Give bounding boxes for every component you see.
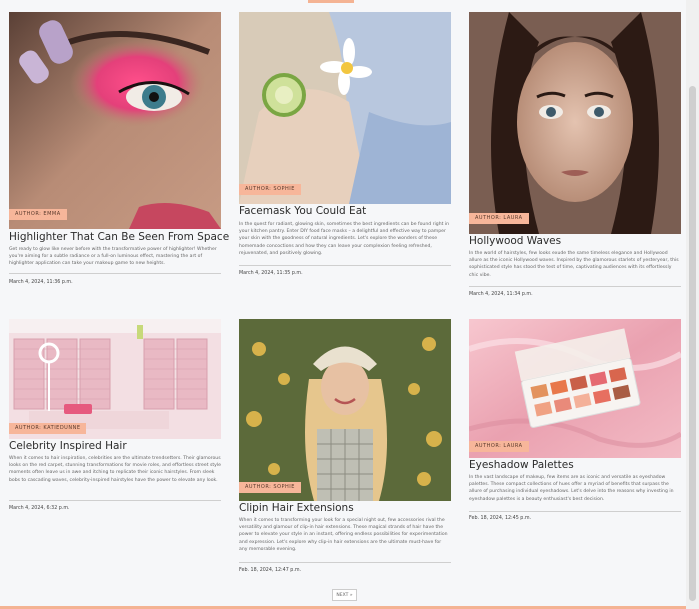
scrollbar[interactable] xyxy=(686,0,699,609)
post-excerpt: In the world of hairstyles, few looks ex… xyxy=(469,251,679,278)
eyeshadow-palette-image xyxy=(469,319,681,458)
post-image[interactable] xyxy=(239,12,451,204)
hollywood-waves-image xyxy=(469,12,681,234)
post-card-hollywood-waves[interactable]: AUTHOR: LAURA Hollywood Waves In the wor… xyxy=(469,12,681,302)
salon-room-image xyxy=(9,319,221,439)
post-date: March 4, 2024, 11:34 p.m. xyxy=(469,292,533,297)
post-excerpt: In the quest for radiant, glowing skin, … xyxy=(239,222,450,256)
author-tag[interactable]: AUTHOR: LAURA xyxy=(469,441,529,452)
post-title[interactable]: Eyeshadow Palettes xyxy=(469,459,699,471)
post-date: March 4, 2024, 6:32 p.m. xyxy=(9,506,70,511)
scrollbar-thumb[interactable] xyxy=(689,86,696,601)
post-card-highlighter[interactable]: AUTHOR: EMMA Highlighter That Can Be See… xyxy=(9,12,229,292)
post-title[interactable]: Clipin Hair Extensions xyxy=(239,502,469,514)
divider xyxy=(239,265,451,266)
divider xyxy=(469,511,681,512)
author-tag[interactable]: AUTHOR: EMMA xyxy=(9,209,67,220)
divider xyxy=(239,562,451,563)
post-image[interactable] xyxy=(9,12,221,229)
author-tag[interactable]: AUTHOR: KATIEDUNNE xyxy=(9,423,87,434)
facemask-image xyxy=(239,12,451,204)
post-image[interactable] xyxy=(469,319,681,458)
post-date: March 4, 2024, 11:36 p.m. xyxy=(9,280,73,285)
post-title[interactable]: Highlighter That Can Be Seen From Space xyxy=(9,231,239,243)
author-tag[interactable]: AUTHOR: SOPHIE xyxy=(239,184,301,195)
post-excerpt: When it comes to transforming your look … xyxy=(239,518,448,552)
post-excerpt: When it comes to hair inspiration, celeb… xyxy=(9,456,221,483)
post-excerpt: In the vast landscape of makeup, few ite… xyxy=(469,475,674,502)
post-date: March 4, 2024, 11:35 p.m. xyxy=(239,271,303,276)
post-image[interactable] xyxy=(239,319,451,501)
top-accent-bar xyxy=(308,0,354,3)
post-image[interactable] xyxy=(9,319,221,439)
post-date: Feb. 18, 2024, 12:47 p.m. xyxy=(239,568,302,573)
post-card-clipin-extensions[interactable]: AUTHOR: SOPHIE Clipin Hair Extensions Wh… xyxy=(239,319,451,581)
post-title[interactable]: Hollywood Waves xyxy=(469,235,699,247)
eye-makeup-image xyxy=(9,12,221,229)
divider xyxy=(9,500,221,501)
post-title[interactable]: Celebrity Inspired Hair xyxy=(9,440,239,452)
post-image[interactable] xyxy=(469,12,681,234)
post-card-eyeshadow-palettes[interactable]: AUTHOR: LAURA Eyeshadow Palettes In the … xyxy=(469,319,681,529)
divider xyxy=(469,286,681,287)
author-tag[interactable]: AUTHOR: LAURA xyxy=(469,213,529,224)
divider xyxy=(9,273,221,274)
post-excerpt: Get ready to glow like never before with… xyxy=(9,247,217,267)
hair-extensions-image xyxy=(239,319,451,501)
post-card-celebrity-hair[interactable]: AUTHOR: KATIEDUNNE Celebrity Inspired Ha… xyxy=(9,319,221,519)
post-date: Feb. 18, 2024, 12:45 p.m. xyxy=(469,516,532,521)
next-page-button[interactable]: NEXT » xyxy=(332,589,357,601)
post-title[interactable]: Facemask You Could Eat xyxy=(239,205,469,217)
author-tag[interactable]: AUTHOR: SOPHIE xyxy=(239,482,301,493)
post-card-facemask[interactable]: AUTHOR: SOPHIE Facemask You Could Eat In… xyxy=(239,12,451,282)
